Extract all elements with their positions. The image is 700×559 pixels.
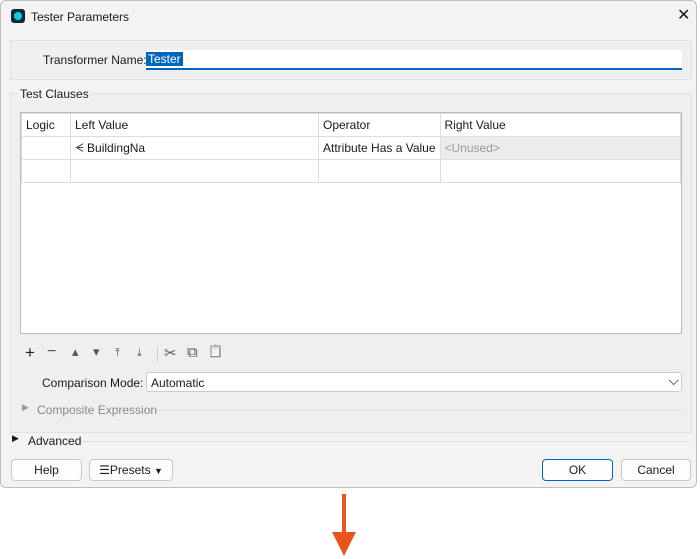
header-right-value[interactable]: Right Value — [439, 113, 682, 137]
operator-cell[interactable] — [318, 159, 441, 183]
app-icon — [11, 9, 25, 23]
composite-divider — [156, 410, 681, 411]
advanced-expand-icon[interactable]: ▶ — [12, 433, 19, 444]
attribute-icon: ᗕ — [75, 140, 88, 155]
paste-icon[interactable]: 📋 — [208, 344, 223, 358]
close-icon[interactable]: ✕ — [677, 5, 690, 25]
composite-expand-icon[interactable]: ▶ — [22, 402, 29, 413]
move-top-icon[interactable]: ⤒ — [115, 347, 120, 360]
toolbar-divider — [157, 346, 158, 362]
cut-icon[interactable]: ✂ — [164, 344, 177, 362]
header-operator[interactable]: Operator — [318, 113, 441, 137]
clauses-table[interactable]: Logic Left Value Operator Right Value ᗕ … — [20, 112, 682, 334]
table-header-row: Logic Left Value Operator Right Value — [21, 113, 682, 137]
left-value-cell[interactable] — [70, 159, 319, 183]
comparison-mode-label: Comparison Mode: — [42, 376, 144, 390]
copy-icon[interactable]: ⧉ — [187, 344, 198, 361]
tester-parameters-dialog: Tester Parameters ✕ Transformer Name: Te… — [0, 0, 697, 488]
help-button[interactable]: Help — [11, 459, 82, 481]
move-up-icon[interactable]: ▴ — [72, 344, 79, 360]
header-left-value[interactable]: Left Value — [70, 113, 319, 137]
add-icon[interactable]: + — [25, 343, 35, 363]
table-row[interactable] — [21, 159, 682, 183]
logic-cell[interactable] — [21, 159, 71, 183]
transformer-name-label: Transformer Name: — [43, 53, 147, 67]
left-value-cell[interactable]: ᗕ BuildingNa — [70, 136, 319, 160]
arrow-down-icon — [332, 494, 356, 556]
move-down-icon[interactable]: ▾ — [93, 344, 100, 360]
right-value-cell[interactable]: <Unused> — [439, 136, 682, 160]
cancel-button[interactable]: Cancel — [621, 459, 691, 481]
test-clauses-title: Test Clauses — [18, 87, 91, 101]
ok-button[interactable]: OK — [542, 459, 613, 481]
right-value-cell[interactable] — [439, 159, 682, 183]
logic-cell[interactable] — [21, 136, 71, 160]
chevron-down-icon: ⌵ — [668, 372, 679, 388]
composite-expression-toggle[interactable]: Composite Expression — [37, 403, 157, 417]
caret-down-icon: ▼ — [153, 466, 163, 476]
transformer-name-input[interactable]: Tester — [146, 50, 682, 70]
window-title: Tester Parameters — [31, 10, 130, 24]
advanced-toggle[interactable]: Advanced — [28, 434, 81, 448]
table-row[interactable]: ᗕ BuildingNa Attribute Has a Value <Unus… — [21, 136, 682, 160]
operator-cell[interactable]: Attribute Has a Value — [318, 136, 441, 160]
move-bottom-icon[interactable]: ⤓ — [137, 347, 142, 360]
sliders-icon: ☰ — [99, 463, 110, 477]
presets-button[interactable]: ☰Presets ▼ — [89, 459, 173, 481]
header-logic[interactable]: Logic — [21, 113, 71, 137]
comparison-mode-select[interactable]: Automatic ⌵ — [146, 372, 682, 392]
advanced-divider — [81, 441, 689, 442]
remove-icon[interactable]: − — [47, 343, 56, 361]
